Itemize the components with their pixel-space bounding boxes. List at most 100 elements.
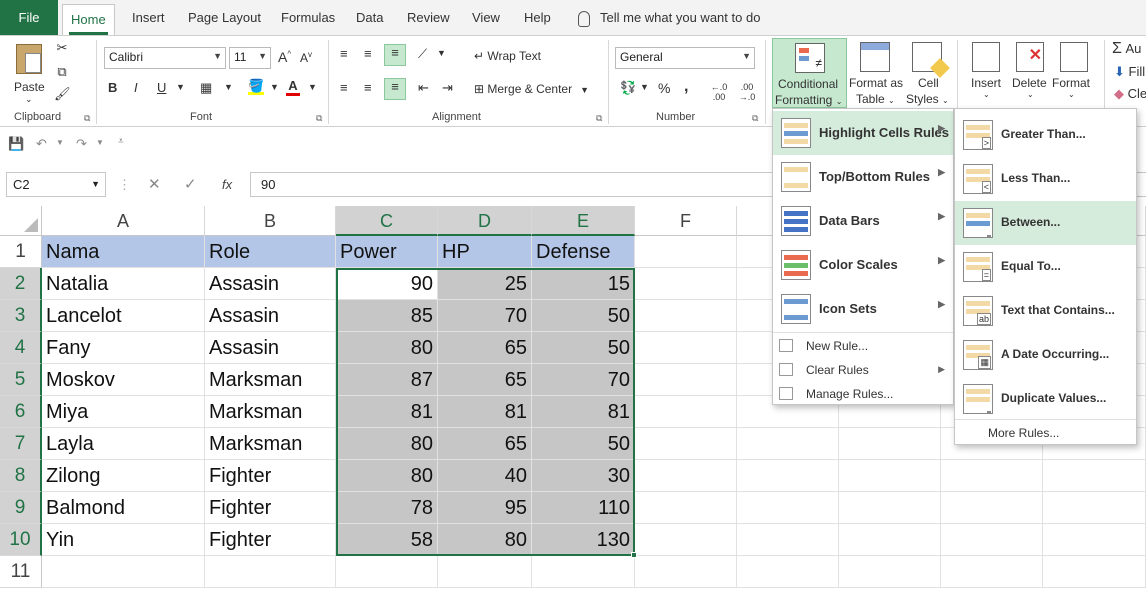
select-all-button[interactable] bbox=[0, 206, 42, 236]
cut-icon[interactable]: ✂ bbox=[54, 40, 70, 56]
clear-rules-item[interactable]: Clear Rules ▶ bbox=[773, 358, 953, 382]
cell[interactable]: Balmond bbox=[42, 492, 205, 524]
grow-font-icon[interactable]: A^ bbox=[278, 49, 291, 65]
font-size-select[interactable]: 11 ▼ bbox=[229, 47, 271, 69]
cell[interactable] bbox=[42, 556, 205, 588]
cell[interactable] bbox=[1043, 460, 1146, 492]
cell[interactable]: 130 bbox=[532, 524, 635, 556]
increase-decimal-icon[interactable]: ←.0 .00 bbox=[706, 82, 732, 102]
chevron-down-icon[interactable]: ▼ bbox=[270, 82, 279, 92]
icon-sets-item[interactable]: Icon Sets ▶ bbox=[773, 287, 953, 331]
date-occurring-item[interactable]: ▦ A Date Occurring... bbox=[955, 333, 1136, 377]
cell[interactable]: 15 bbox=[532, 268, 635, 300]
fill-color-icon[interactable]: 🪣 bbox=[248, 78, 264, 95]
column-header[interactable]: B bbox=[205, 206, 336, 236]
tab-help[interactable]: Help bbox=[524, 0, 551, 36]
column-header[interactable]: C bbox=[336, 206, 438, 236]
cell[interactable] bbox=[635, 460, 737, 492]
cell[interactable]: Marksman bbox=[205, 396, 336, 428]
fill-button[interactable]: ⬇ Fill bbox=[1114, 64, 1145, 80]
color-scales-item[interactable]: Color Scales ▶ bbox=[773, 243, 953, 287]
chevron-down-icon[interactable]: ▼ bbox=[176, 82, 185, 92]
cancel-icon[interactable]: ✕ bbox=[148, 172, 161, 197]
more-rules-item[interactable]: More Rules... bbox=[955, 421, 1138, 445]
cell[interactable] bbox=[635, 332, 737, 364]
borders-icon[interactable]: ▦ bbox=[200, 80, 212, 96]
align-right-icon[interactable]: ≡ bbox=[384, 78, 406, 100]
cell[interactable] bbox=[635, 428, 737, 460]
cell[interactable]: Marksman bbox=[205, 364, 336, 396]
decrease-decimal-icon[interactable]: .00 →.0 bbox=[734, 82, 760, 102]
cell[interactable]: 40 bbox=[438, 460, 532, 492]
format-as-table-button[interactable]: Format as Table ⌄ bbox=[848, 38, 904, 108]
increase-indent-icon[interactable]: ⇥ bbox=[442, 80, 453, 96]
cell[interactable] bbox=[532, 556, 635, 588]
paste-button[interactable]: Paste ⌄ bbox=[10, 40, 50, 108]
cell[interactable] bbox=[737, 524, 839, 556]
row-header[interactable]: 6 bbox=[0, 396, 42, 428]
cell[interactable] bbox=[737, 492, 839, 524]
row-header[interactable]: 7 bbox=[0, 428, 42, 460]
cell[interactable]: 80 bbox=[336, 332, 438, 364]
cell[interactable]: 70 bbox=[532, 364, 635, 396]
cell[interactable]: 58 bbox=[336, 524, 438, 556]
cell[interactable] bbox=[839, 460, 941, 492]
data-bars-item[interactable]: Data Bars ▶ bbox=[773, 199, 953, 243]
cell[interactable] bbox=[205, 556, 336, 588]
tab-insert[interactable]: Insert bbox=[132, 0, 165, 36]
highlight-cells-rules-item[interactable]: Highlight Cells Rules ▶ bbox=[773, 111, 953, 155]
chevron-down-icon[interactable]: ▼ bbox=[308, 82, 317, 92]
cell[interactable] bbox=[941, 556, 1043, 588]
cell[interactable]: Layla bbox=[42, 428, 205, 460]
cell[interactable]: 110 bbox=[532, 492, 635, 524]
cell[interactable] bbox=[438, 556, 532, 588]
cell[interactable]: Natalia bbox=[42, 268, 205, 300]
format-cells-button[interactable]: Format ⌄ bbox=[1052, 38, 1098, 108]
align-left-icon[interactable]: ≡ bbox=[340, 80, 348, 95]
clipboard-launcher-icon[interactable]: ⧉ bbox=[84, 113, 90, 124]
text-contains-item[interactable]: ab Text that Contains... bbox=[955, 289, 1136, 333]
row-header[interactable]: 11 bbox=[0, 556, 42, 588]
cell[interactable]: Role bbox=[205, 236, 336, 268]
cell[interactable]: 50 bbox=[532, 428, 635, 460]
column-header[interactable]: F bbox=[635, 206, 737, 236]
tab-review[interactable]: Review bbox=[407, 0, 450, 36]
row-header[interactable]: 3 bbox=[0, 300, 42, 332]
clear-button[interactable]: ◆ Cle bbox=[1114, 86, 1146, 102]
orientation-icon[interactable]: ⟋ bbox=[418, 46, 427, 62]
shrink-font-icon[interactable]: Av bbox=[300, 50, 312, 65]
cell[interactable]: Assasin bbox=[205, 332, 336, 364]
cell[interactable] bbox=[635, 364, 737, 396]
tab-view[interactable]: View bbox=[472, 0, 500, 36]
chevron-down-icon[interactable]: ▼ bbox=[96, 138, 104, 147]
save-icon[interactable]: 💾 bbox=[8, 136, 24, 152]
cell[interactable] bbox=[635, 236, 737, 268]
tab-home[interactable]: Home bbox=[62, 4, 115, 36]
conditional-formatting-button[interactable]: ≠ Conditional Formatting ⌄ bbox=[772, 38, 847, 108]
cell-styles-button[interactable]: Cell Styles ⌄ bbox=[904, 38, 950, 108]
chevron-down-icon[interactable]: ▼ bbox=[437, 48, 446, 58]
row-header[interactable]: 4 bbox=[0, 332, 42, 364]
manage-rules-item[interactable]: Manage Rules... bbox=[773, 382, 953, 406]
cell[interactable]: 80 bbox=[336, 460, 438, 492]
cell[interactable] bbox=[737, 428, 839, 460]
cell[interactable]: Fighter bbox=[205, 492, 336, 524]
greater-than-item[interactable]: > Greater Than... bbox=[955, 113, 1136, 157]
format-painter-icon[interactable]: 🖌 bbox=[54, 86, 71, 102]
italic-button[interactable]: I bbox=[134, 80, 138, 95]
cell[interactable]: Lancelot bbox=[42, 300, 205, 332]
redo-icon[interactable]: ↷ bbox=[76, 136, 87, 152]
cell[interactable]: Power bbox=[336, 236, 438, 268]
alignment-launcher-icon[interactable]: ⧉ bbox=[596, 113, 602, 124]
cell[interactable]: Fighter bbox=[205, 460, 336, 492]
row-header[interactable]: 2 bbox=[0, 268, 42, 300]
cell[interactable] bbox=[1043, 492, 1146, 524]
cell[interactable]: 85 bbox=[336, 300, 438, 332]
cell[interactable] bbox=[941, 524, 1043, 556]
cell[interactable] bbox=[635, 556, 737, 588]
accounting-format-icon[interactable]: 💱 bbox=[620, 80, 636, 96]
cell[interactable]: 87 bbox=[336, 364, 438, 396]
cell[interactable]: Nama bbox=[42, 236, 205, 268]
cell[interactable]: 65 bbox=[438, 332, 532, 364]
number-launcher-icon[interactable]: ⧉ bbox=[752, 113, 758, 124]
